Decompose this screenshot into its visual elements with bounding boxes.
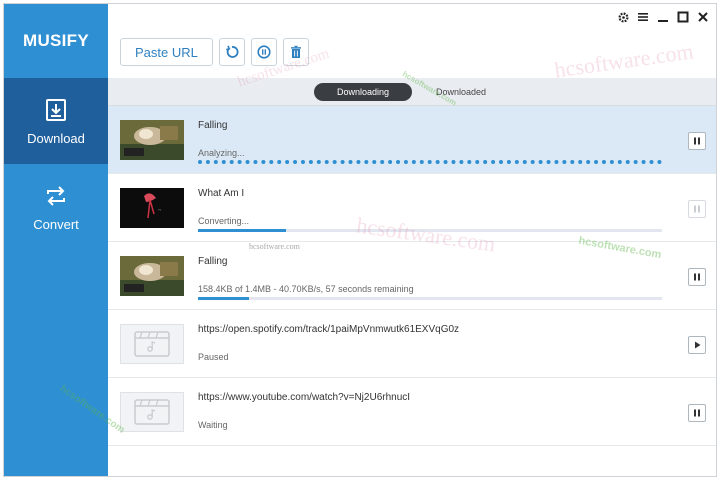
download-list: Falling Analyzing... ~ What Am I Convert… (108, 106, 716, 446)
track-thumbnail: ~ (120, 188, 184, 228)
toolbar: Paste URL (120, 38, 309, 66)
window-controls (616, 10, 710, 24)
refresh-icon (225, 45, 239, 58)
pause-all-button[interactable] (250, 38, 277, 66)
paste-url-button[interactable]: Paste URL (120, 38, 213, 66)
pause-button[interactable] (688, 200, 706, 218)
download-row[interactable]: Falling 158.4KB of 1.4MB - 40.70KB/s, 57… (108, 242, 716, 310)
sidebar-item-label: Download (27, 130, 85, 146)
track-title: https://open.spotify.com/track/1paiMpVnm… (198, 324, 460, 335)
app-window: MUSIFY Download Convert Paste URL Downlo… (3, 3, 717, 477)
track-title: Falling (198, 256, 228, 267)
download-row[interactable]: https://open.spotify.com/track/1paiMpVnm… (108, 310, 716, 378)
app-logo: MUSIFY (22, 31, 90, 50)
pause-button[interactable] (688, 268, 706, 286)
sidebar-item-convert[interactable]: Convert (4, 164, 108, 250)
delete-button[interactable] (282, 38, 309, 66)
maximize-icon[interactable] (676, 10, 690, 24)
menu-icon[interactable] (636, 10, 650, 24)
sidebar-item-label: Convert (33, 216, 79, 232)
progress-bar (198, 297, 662, 300)
music-file-icon (134, 331, 170, 357)
track-thumbnail-placeholder (120, 324, 184, 364)
progress-bar-indeterminate (198, 160, 662, 164)
progress-bar (198, 229, 662, 232)
tab-downloaded[interactable]: Downloaded (412, 83, 510, 101)
music-file-icon (134, 399, 170, 425)
track-thumbnail (120, 120, 184, 160)
sidebar: MUSIFY Download Convert (4, 4, 108, 476)
convert-icon (47, 185, 65, 206)
refresh-button[interactable] (218, 38, 245, 66)
track-status: Converting... (198, 216, 250, 226)
pause-button[interactable] (688, 404, 706, 422)
download-row[interactable]: https://www.youtube.com/watch?v=Nj2U6rhn… (108, 378, 716, 446)
track-status: Waiting (198, 420, 228, 430)
progress-fill (198, 297, 250, 300)
track-status: Analyzing... (198, 148, 245, 158)
track-thumbnail (120, 256, 184, 296)
pause-icon (694, 409, 700, 417)
resume-button[interactable] (688, 336, 706, 354)
track-status: Paused (198, 352, 229, 362)
pause-button[interactable] (688, 132, 706, 150)
pause-all-icon (257, 45, 271, 59)
pause-icon (694, 273, 700, 281)
watermark: hcsoftware.com (552, 38, 695, 83)
download-row[interactable]: Falling Analyzing... (108, 106, 716, 174)
pause-icon (694, 137, 700, 145)
gear-icon[interactable] (616, 10, 630, 24)
sidebar-item-download[interactable]: Download (4, 78, 108, 164)
pause-icon (694, 205, 700, 213)
download-icon (46, 98, 66, 121)
track-title: Falling (198, 120, 228, 131)
tab-bar: Downloading Downloaded (108, 78, 716, 106)
track-status: 158.4KB of 1.4MB - 40.70KB/s, 57 seconds… (198, 284, 414, 294)
track-title: https://www.youtube.com/watch?v=Nj2U6rhn… (198, 392, 411, 403)
play-icon (695, 341, 701, 349)
trash-icon (290, 45, 301, 58)
track-thumbnail-placeholder (120, 392, 184, 432)
tab-downloading[interactable]: Downloading (314, 83, 412, 101)
minimize-icon[interactable] (656, 10, 670, 24)
download-row[interactable]: ~ What Am I Converting... (108, 174, 716, 242)
progress-fill (198, 229, 287, 232)
track-title: What Am I (198, 188, 245, 199)
close-icon[interactable] (696, 10, 710, 24)
